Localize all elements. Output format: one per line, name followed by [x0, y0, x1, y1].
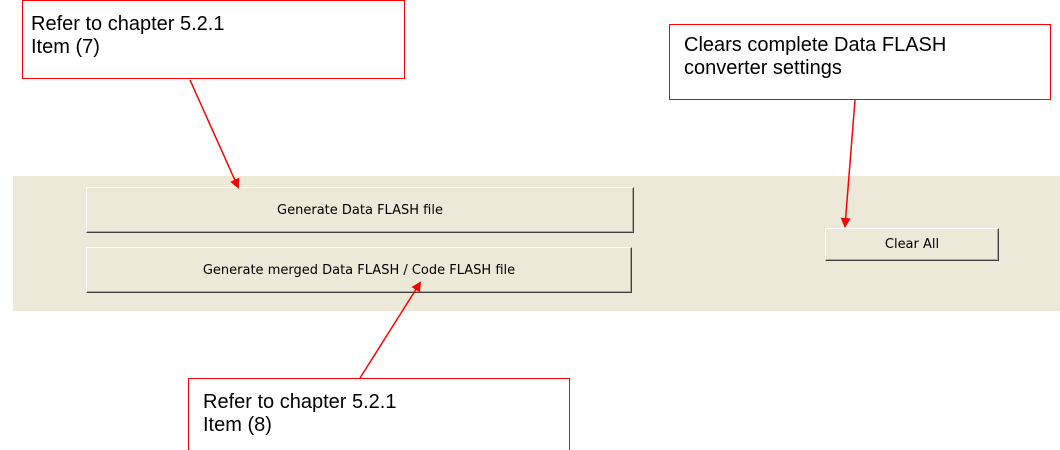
callout-item-7: Refer to chapter 5.2.1 Item (7): [22, 0, 405, 79]
generate-merged-flash-button[interactable]: Generate merged Data FLASH / Code FLASH …: [86, 247, 632, 293]
callout-item-8: Refer to chapter 5.2.1 Item (8): [188, 378, 570, 450]
clear-all-button[interactable]: Clear All: [825, 228, 999, 261]
screenshot-canvas: Generate Data FLASH file Generate merged…: [0, 0, 1060, 450]
generate-data-flash-button[interactable]: Generate Data FLASH file: [86, 187, 634, 233]
callout-clear-settings: Clears complete Data FLASH converter set…: [669, 24, 1051, 100]
arrow-to-generate-button: [189, 79, 240, 189]
